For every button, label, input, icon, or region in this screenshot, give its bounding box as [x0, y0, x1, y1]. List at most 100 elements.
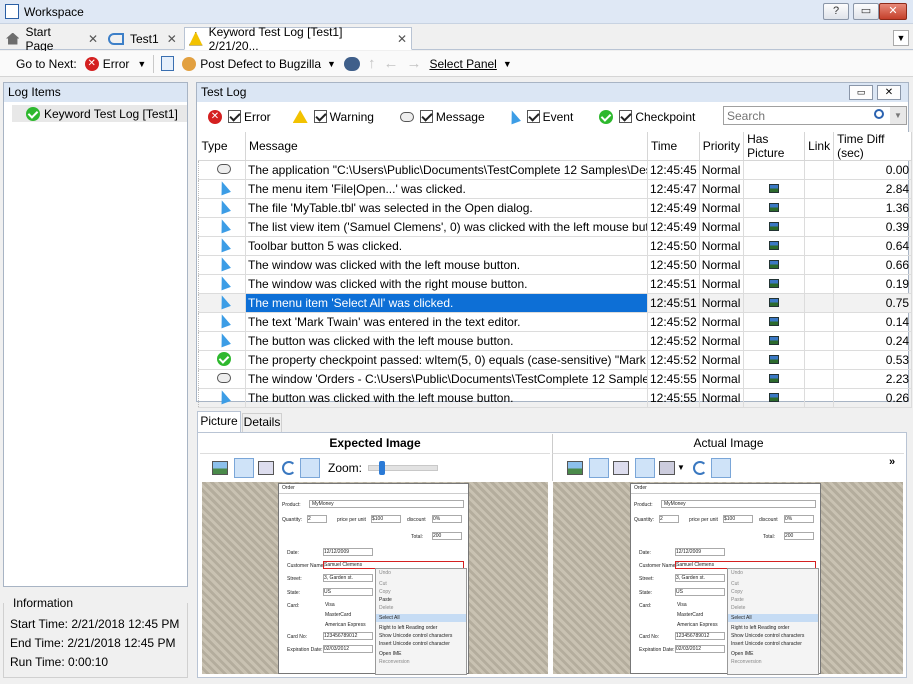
- col-type[interactable]: Type: [198, 132, 246, 161]
- table-row[interactable]: The menu item 'Select All' was clicked. 1…: [198, 293, 913, 313]
- log-items-header: Log Items: [4, 83, 187, 102]
- select-panel-button[interactable]: Select Panel ▼: [425, 53, 515, 75]
- post-defect-button[interactable]: Post Defect to Bugzilla ▼: [178, 53, 340, 75]
- back-button[interactable]: ←: [379, 53, 402, 75]
- message-cell: The application "C:\Users\Public\Documen…: [245, 160, 648, 180]
- table-row[interactable]: The button was clicked with the left mou…: [198, 388, 913, 408]
- chevron-down-icon[interactable]: ▼: [327, 59, 336, 69]
- refresh-icon[interactable]: [692, 460, 707, 475]
- message-cell: The window was clicked with the right mo…: [245, 274, 648, 294]
- table-row[interactable]: Toolbar button 5 was clicked. 12:45:50 Nor…: [198, 236, 913, 256]
- parent-button[interactable]: ↑: [364, 53, 380, 75]
- time-diff-cell: 0.26: [833, 388, 913, 408]
- picture-icon[interactable]: [769, 336, 780, 345]
- picture-icon[interactable]: [769, 393, 780, 402]
- col-priority[interactable]: Priority: [699, 132, 745, 161]
- image-icon[interactable]: [212, 460, 228, 475]
- log-tree-item[interactable]: Keyword Test Log [Test1]: [12, 105, 187, 122]
- tab-test1[interactable]: Test1 ✕: [104, 27, 182, 50]
- type-cell: [198, 179, 246, 199]
- chevron-down-icon[interactable]: ▼: [677, 463, 685, 472]
- priority-cell: Normal: [699, 293, 745, 313]
- tab-start-page[interactable]: Start Page ✕: [2, 25, 102, 53]
- search-input[interactable]: [724, 107, 869, 124]
- picture-icon[interactable]: [769, 355, 780, 364]
- test-log-table: Type Message Time Priority Has Picture L…: [198, 132, 913, 408]
- picture-cursor-icon[interactable]: [258, 460, 274, 475]
- picture-icon[interactable]: [769, 279, 780, 288]
- picture-icon[interactable]: [769, 222, 780, 231]
- tab-details[interactable]: Details: [242, 413, 282, 432]
- window-title: Workspace: [24, 4, 84, 19]
- priority-cell: Normal: [699, 255, 745, 275]
- close-icon[interactable]: ✕: [88, 32, 98, 46]
- zoom-slider[interactable]: [368, 460, 439, 475]
- picture-icon[interactable]: [769, 317, 780, 326]
- table-row[interactable]: The list view item ('Samuel Clemens', 0)…: [198, 217, 913, 237]
- copy-log-button[interactable]: [157, 53, 178, 75]
- tab-list-dropdown[interactable]: ▼: [893, 30, 909, 46]
- zoom-mode-icon[interactable]: [589, 457, 609, 478]
- picture-cursor-icon[interactable]: [613, 460, 629, 475]
- picture-icon[interactable]: [769, 203, 780, 212]
- table-row[interactable]: The application "C:\Users\Public\Documen…: [198, 160, 913, 180]
- table-row[interactable]: The button was clicked with the left mou…: [198, 331, 913, 351]
- table-row[interactable]: The window was clicked with the right mo…: [198, 274, 913, 294]
- message-cell: The text 'Mark Twain' was entered in the…: [245, 312, 648, 332]
- table-row[interactable]: The menu item 'File|Open...' was clicked…: [198, 179, 913, 199]
- table-row[interactable]: The property checkpoint passed: wItem(5,…: [198, 350, 913, 370]
- error-filter-checkbox[interactable]: [228, 110, 241, 123]
- close-icon[interactable]: ✕: [167, 32, 177, 46]
- table-row[interactable]: The file 'MyTable.tbl' was selected in t…: [198, 198, 913, 218]
- tab-keyword-test-log[interactable]: Keyword Test Log [Test1] 2/21/20... ✕: [184, 25, 412, 53]
- picture-icon[interactable]: [769, 241, 780, 250]
- compare-icon[interactable]: [659, 460, 675, 475]
- table-row[interactable]: The text 'Mark Twain' was entered in the…: [198, 312, 913, 332]
- search-icon[interactable]: [874, 109, 884, 119]
- picture-icon[interactable]: [769, 298, 780, 307]
- picture-icon[interactable]: [769, 260, 780, 269]
- link-cell: [804, 160, 835, 180]
- link-cell: [804, 236, 835, 256]
- col-has-picture[interactable]: Has Picture: [743, 132, 806, 161]
- picture-icon[interactable]: [769, 184, 780, 193]
- zoom-mode-icon[interactable]: [234, 457, 254, 478]
- checkpoint-filter-checkbox[interactable]: [619, 110, 633, 123]
- bug-button[interactable]: [340, 53, 364, 75]
- table-row[interactable]: The window was clicked with the left mou…: [198, 255, 913, 275]
- message-filter-checkbox[interactable]: [419, 110, 433, 123]
- close-icon[interactable]: ✕: [397, 32, 407, 46]
- fit-to-window-icon[interactable]: [300, 457, 320, 478]
- col-link[interactable]: Link: [804, 132, 835, 161]
- search-dropdown[interactable]: ▼: [890, 107, 906, 124]
- col-time-diff[interactable]: Time Diff (sec): [833, 132, 913, 161]
- table-row[interactable]: The window 'Orders - C:\Users\Public\Doc…: [198, 369, 913, 389]
- event-filter-checkbox[interactable]: [526, 110, 540, 123]
- restore-button[interactable]: ▭: [853, 3, 879, 20]
- message-cell: The window 'Orders - C:\Users\Public\Doc…: [245, 369, 648, 389]
- home-icon: [6, 32, 20, 45]
- close-button[interactable]: ✕: [879, 3, 907, 20]
- picture-cell: [743, 179, 806, 199]
- forward-button[interactable]: →: [402, 53, 425, 75]
- chevron-down-icon[interactable]: ▼: [137, 59, 146, 69]
- image-icon[interactable]: [567, 460, 583, 475]
- time-cell: 12:45:55: [647, 388, 700, 408]
- picture-icon[interactable]: [769, 374, 780, 383]
- panel-close-button[interactable]: ✕: [877, 85, 901, 100]
- priority-cell: Normal: [699, 274, 745, 294]
- refresh-icon[interactable]: [282, 460, 296, 475]
- panel-restore-button[interactable]: ▭: [849, 85, 873, 100]
- lock-icon[interactable]: [635, 457, 655, 478]
- more-icon[interactable]: »: [889, 456, 895, 468]
- tab-picture[interactable]: Picture: [197, 411, 241, 432]
- event-cursor-icon: [217, 274, 231, 291]
- select-panel-label: Select Panel: [429, 56, 497, 71]
- goto-error-button[interactable]: ✕ Error ▼: [81, 53, 151, 75]
- col-time[interactable]: Time: [647, 132, 700, 161]
- warning-filter-checkbox[interactable]: [313, 110, 327, 123]
- fit-to-window-icon[interactable]: [710, 457, 731, 478]
- help-button[interactable]: ?: [823, 3, 849, 20]
- picture-cell: [743, 236, 806, 256]
- col-message[interactable]: Message: [245, 132, 648, 161]
